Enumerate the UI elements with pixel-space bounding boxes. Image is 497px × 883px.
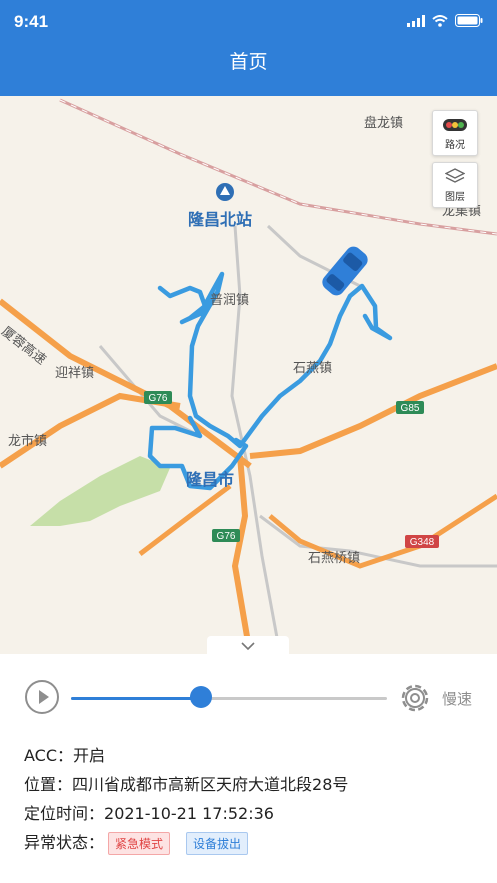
highway — [138, 484, 232, 556]
map-label-shiyanqiao: 石燕桥镇 — [308, 551, 361, 566]
road-shield-g85: G85 — [396, 401, 424, 414]
play-icon — [39, 690, 49, 704]
page-title: 首页 — [229, 51, 268, 73]
wifi-icon — [432, 14, 448, 27]
highway — [268, 493, 497, 569]
road-shield-g76-bottom: G76 — [212, 529, 240, 542]
status-icons — [407, 14, 483, 27]
playback-slider[interactable] — [71, 697, 387, 700]
road-shield-g76-top: G76 — [144, 391, 172, 404]
traffic-button-label: 路况 — [445, 140, 465, 151]
map-label-panlong: 盘龙镇 — [364, 116, 404, 131]
svg-text:G85: G85 — [401, 403, 420, 414]
abnormal-row: 异常状态： 紧急模式 设备拔出 — [24, 829, 249, 855]
header-bar: 9:41 首页 — [0, 0, 497, 96]
status-badge-unplugged: 设备拔出 — [186, 832, 249, 855]
acc-label: ACC： — [24, 746, 74, 765]
location-row: 位置：四川省成都市高新区天府大道北段28号 — [24, 771, 348, 795]
layers-button-label: 图层 — [445, 192, 465, 203]
traffic-light-icon — [443, 119, 467, 131]
time-value: 2021-10-21 17:52:36 — [104, 804, 274, 823]
layers-button[interactable]: 图层 — [432, 162, 478, 208]
layers-icon — [445, 168, 465, 183]
map-label-city: 隆昌市 — [186, 470, 235, 489]
time-row: 定位时间：2021-10-21 17:52:36 — [24, 800, 274, 824]
traffic-button[interactable]: 路况 — [432, 110, 478, 156]
svg-text:G76: G76 — [217, 531, 236, 542]
speed-label[interactable]: 慢速 — [442, 688, 472, 709]
map-label-longshi: 龙市镇 — [8, 434, 48, 449]
map-label-shiyan: 石燕镇 — [293, 361, 333, 376]
highway — [249, 363, 497, 459]
road-shield-g348: G348 — [405, 535, 439, 548]
status-time: 9:41 — [14, 12, 49, 31]
train-station-icon — [216, 183, 234, 201]
map-label-yingxiang: 迎祥镇 — [55, 366, 95, 381]
location-value: 四川省成都市高新区天府大道北段28号 — [72, 775, 349, 794]
map-label-station: 隆昌北站 — [188, 210, 253, 229]
svg-text:G76: G76 — [149, 393, 168, 404]
svg-text:G348: G348 — [410, 537, 435, 548]
collapse-panel-button[interactable] — [207, 636, 289, 656]
green-area — [30, 456, 170, 526]
map-label-purun: 普润镇 — [210, 293, 250, 308]
playback-progress — [71, 697, 201, 700]
acc-row: ACC：开启 — [24, 742, 105, 766]
status-badge-emergency: 紧急模式 — [108, 832, 171, 855]
location-label: 位置： — [24, 775, 73, 794]
abnormal-label: 异常状态： — [24, 833, 105, 852]
highway — [231, 455, 253, 654]
gear-icon[interactable] — [396, 679, 434, 717]
play-button[interactable] — [25, 680, 59, 714]
playback-slider-thumb[interactable] — [189, 686, 212, 708]
signal-icon — [407, 14, 425, 27]
time-label: 定位时间： — [24, 804, 105, 823]
map-view[interactable]: G76 G85 G76 G348 盘龙镇 隆昌北站 龙集镇 普润镇 迎祥镇 石燕… — [0, 96, 497, 654]
battery-icon — [455, 14, 483, 27]
acc-value: 开启 — [73, 746, 106, 765]
chevron-down-icon — [241, 642, 255, 651]
